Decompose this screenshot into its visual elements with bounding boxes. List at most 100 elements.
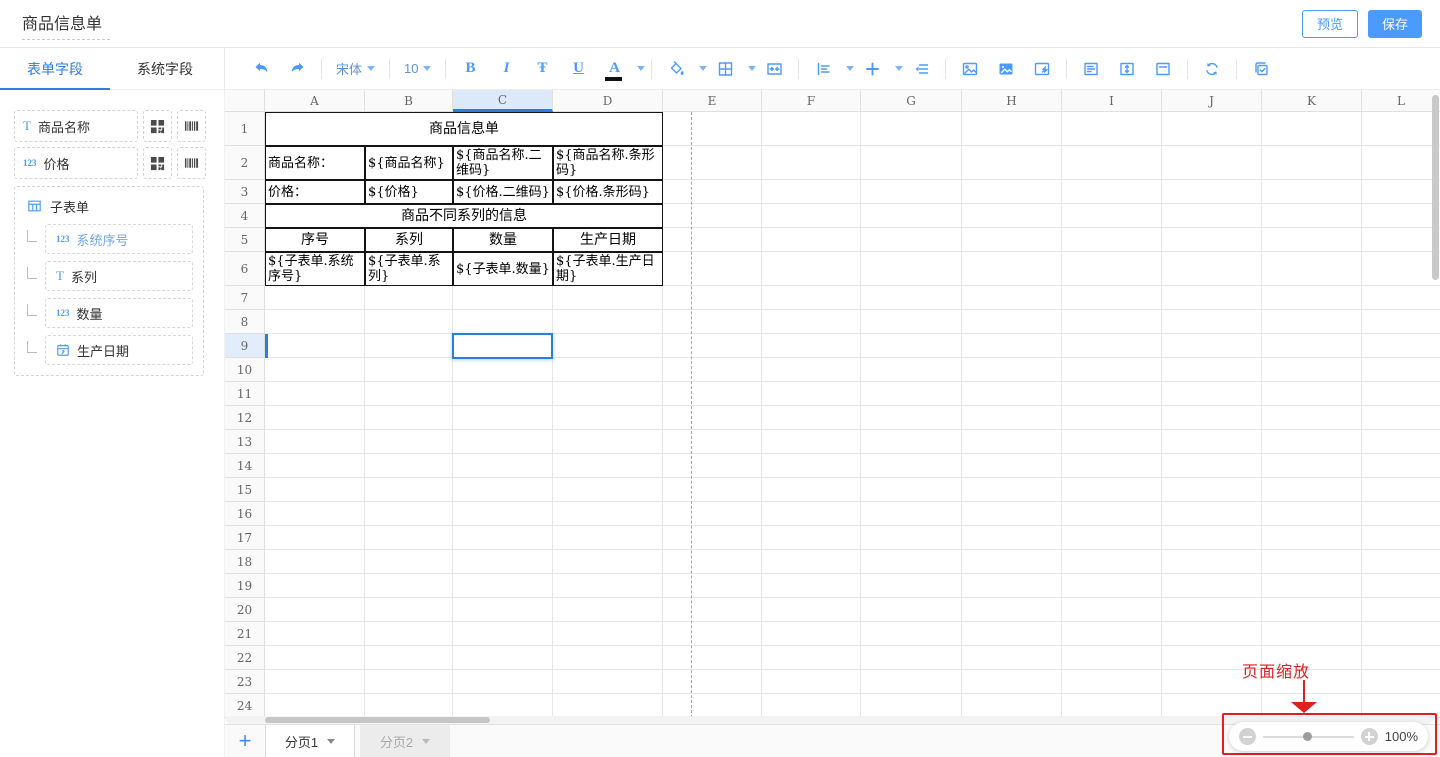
row-header-10[interactable]: 10 <box>225 358 265 382</box>
column-header-F[interactable]: F <box>762 90 861 112</box>
grid-cell[interactable] <box>1262 454 1362 478</box>
column-header-E[interactable]: E <box>663 90 762 112</box>
grid-cell[interactable] <box>1362 550 1440 574</box>
horizontal-scrollbar-thumb[interactable] <box>265 717 490 723</box>
grid-cell[interactable] <box>663 502 762 526</box>
table-cell[interactable]: ${子表单.系列} <box>365 252 453 286</box>
grid-cell[interactable] <box>553 478 663 502</box>
grid-cell[interactable] <box>1062 574 1162 598</box>
grid-cell[interactable] <box>962 112 1062 146</box>
grid-cell[interactable] <box>365 694 453 718</box>
grid-cell[interactable] <box>861 310 962 334</box>
grid-cell[interactable] <box>962 334 1062 358</box>
row-header-18[interactable]: 18 <box>225 550 265 574</box>
column-header-G[interactable]: G <box>861 90 962 112</box>
grid-cell[interactable] <box>861 228 962 252</box>
grid-cell[interactable] <box>553 502 663 526</box>
grid-cell[interactable] <box>1262 382 1362 406</box>
row-header-9[interactable]: 9 <box>225 334 265 358</box>
grid-cell[interactable] <box>861 478 962 502</box>
grid-cell[interactable] <box>1162 204 1262 228</box>
column-header-J[interactable]: J <box>1162 90 1262 112</box>
grid-cell[interactable] <box>762 310 861 334</box>
row-header-8[interactable]: 8 <box>225 310 265 334</box>
chevron-down-icon[interactable] <box>846 66 854 71</box>
grid-cell[interactable] <box>663 382 762 406</box>
grid-cell[interactable] <box>553 334 663 358</box>
grid-cell[interactable] <box>962 180 1062 204</box>
grid-cell[interactable] <box>1262 502 1362 526</box>
grid-cell[interactable] <box>861 502 962 526</box>
grid-cell[interactable] <box>762 112 861 146</box>
grid-cell[interactable] <box>265 358 365 382</box>
grid-cell[interactable] <box>1162 550 1262 574</box>
grid-cell[interactable] <box>1262 146 1362 180</box>
tab-system-fields[interactable]: 系统字段 <box>110 48 220 90</box>
grid-cell[interactable] <box>453 550 553 574</box>
grid-cell[interactable] <box>962 228 1062 252</box>
chevron-down-icon[interactable] <box>699 66 707 71</box>
grid-cell[interactable] <box>861 112 962 146</box>
grid-cell[interactable] <box>265 550 365 574</box>
grid-cell[interactable] <box>1362 358 1440 382</box>
zoom-in-button[interactable] <box>1361 728 1378 745</box>
grid-cell[interactable] <box>663 622 762 646</box>
preview-button[interactable]: 预览 <box>1302 10 1358 38</box>
grid-cell[interactable] <box>365 286 453 310</box>
table-cell[interactable]: ${价格} <box>365 180 453 204</box>
grid-cell[interactable] <box>553 550 663 574</box>
grid-cell[interactable] <box>962 358 1062 382</box>
grid-cell[interactable] <box>663 598 762 622</box>
grid-cell[interactable] <box>762 382 861 406</box>
grid-cell[interactable] <box>1062 382 1162 406</box>
column-header-H[interactable]: H <box>962 90 1062 112</box>
font-family-select[interactable]: 宋体 <box>336 56 375 82</box>
grid-cell[interactable] <box>962 622 1062 646</box>
row-header-1[interactable]: 1 <box>225 112 265 146</box>
table-cell[interactable]: 生产日期 <box>553 228 663 252</box>
row-header-6[interactable]: 6 <box>225 252 265 286</box>
grid-cell[interactable] <box>1062 204 1162 228</box>
grid-cell[interactable] <box>1262 598 1362 622</box>
column-header-I[interactable]: I <box>1062 90 1162 112</box>
column-header-K[interactable]: K <box>1262 90 1362 112</box>
grid-cell[interactable] <box>861 146 962 180</box>
grid-cell[interactable] <box>1062 550 1162 574</box>
grid-cell[interactable] <box>265 382 365 406</box>
grid-cell[interactable] <box>762 550 861 574</box>
grid-cell[interactable] <box>962 382 1062 406</box>
grid-cell[interactable] <box>265 478 365 502</box>
grid-cell[interactable] <box>1062 112 1162 146</box>
grid-cell[interactable] <box>1062 454 1162 478</box>
grid-cell[interactable] <box>1062 286 1162 310</box>
redo-button[interactable] <box>286 56 308 82</box>
grid-cell[interactable] <box>1362 646 1440 670</box>
grid-cell[interactable] <box>962 478 1062 502</box>
grid-cell[interactable] <box>861 204 962 228</box>
row-header-4[interactable]: 4 <box>225 204 265 228</box>
grid-cell[interactable] <box>962 550 1062 574</box>
grid-cell[interactable] <box>663 646 762 670</box>
grid-cell[interactable] <box>1062 146 1162 180</box>
grid-cell[interactable] <box>365 358 453 382</box>
grid-cell[interactable] <box>365 646 453 670</box>
grid-cell[interactable] <box>1362 454 1440 478</box>
grid-cell[interactable] <box>1062 430 1162 454</box>
grid-cell[interactable] <box>265 502 365 526</box>
column-header-L[interactable]: L <box>1362 90 1440 112</box>
grid-cell[interactable] <box>663 406 762 430</box>
row-header-24[interactable]: 24 <box>225 694 265 718</box>
table-cell[interactable]: ${价格.条形码} <box>553 180 663 204</box>
grid-cell[interactable] <box>962 204 1062 228</box>
table-cell[interactable]: ${子表单.生产日期} <box>553 252 663 286</box>
grid-cell[interactable] <box>1162 180 1262 204</box>
grid-cell[interactable] <box>1062 694 1162 718</box>
table-cell[interactable]: ${商品名称.条形码} <box>553 146 663 180</box>
grid-cell[interactable] <box>861 286 962 310</box>
row-header-16[interactable]: 16 <box>225 502 265 526</box>
grid-cell[interactable] <box>1362 670 1440 694</box>
page-header-button[interactable] <box>1080 56 1102 82</box>
grid-cell[interactable] <box>861 382 962 406</box>
grid-cell[interactable] <box>861 252 962 286</box>
grid-cell[interactable] <box>1362 180 1440 204</box>
